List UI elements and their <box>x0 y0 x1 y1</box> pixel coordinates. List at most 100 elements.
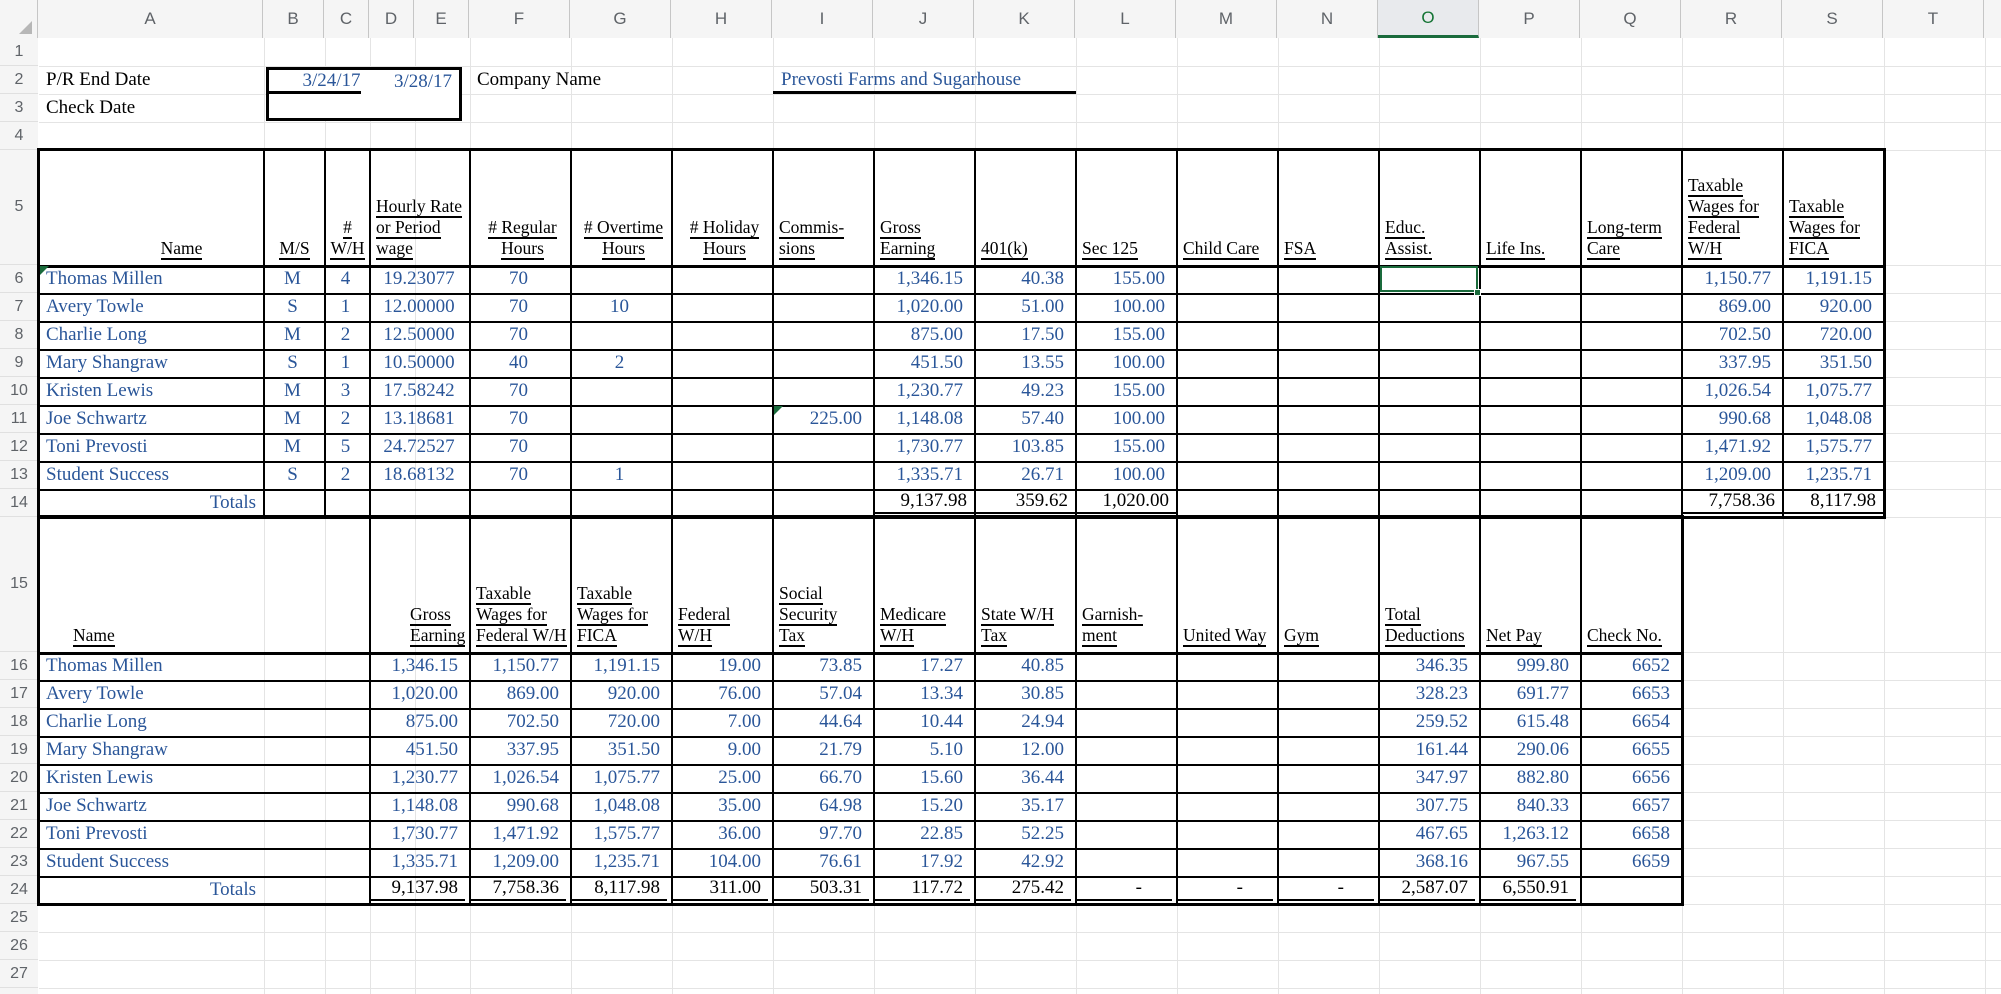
t1-marital-status[interactable]: S <box>265 294 320 320</box>
t2-employee-name[interactable]: Avery Towle <box>40 681 259 707</box>
t1-commissions[interactable] <box>774 350 869 376</box>
t1-child-care[interactable] <box>1178 378 1273 404</box>
t1-commissions[interactable]: 225.00 <box>774 406 869 432</box>
row-header-1[interactable]: 1 <box>0 38 38 66</box>
t1-long-term-care[interactable] <box>1582 378 1677 404</box>
t1-long-term-care[interactable] <box>1582 462 1677 488</box>
t2-taxable-wages-federal[interactable]: 1,209.00 <box>471 849 566 875</box>
t1-taxable-wages-fica[interactable]: 1,075.77 <box>1784 378 1879 404</box>
t2-gross-earning[interactable]: 451.50 <box>371 737 465 763</box>
column-header-d[interactable]: D <box>369 0 414 38</box>
t1-retirement-401k[interactable]: 51.00 <box>976 294 1071 320</box>
t2-state-withholding-tax[interactable]: 35.17 <box>976 793 1071 819</box>
column-header-h[interactable]: H <box>671 0 772 38</box>
t1-fsa[interactable] <box>1279 406 1374 432</box>
row-header-2[interactable]: 2 <box>0 66 38 94</box>
t1-child-care[interactable] <box>1178 322 1273 348</box>
t1-educational-assistance[interactable] <box>1380 378 1475 404</box>
t1-retirement-401k[interactable]: 13.55 <box>976 350 1071 376</box>
t2-net-pay[interactable]: 840.33 <box>1481 793 1576 819</box>
column-header-f[interactable]: F <box>469 0 570 38</box>
t1-fsa[interactable] <box>1279 434 1374 460</box>
t2-state-withholding-tax[interactable]: 52.25 <box>976 821 1071 847</box>
t1-regular-hours[interactable]: 70 <box>471 462 566 488</box>
t1-fsa[interactable] <box>1279 462 1374 488</box>
t2-check-number[interactable]: 6658 <box>1582 821 1677 847</box>
t1-taxable-wages-federal[interactable]: 337.95 <box>1683 350 1778 376</box>
t1-educational-assistance[interactable] <box>1380 266 1475 292</box>
column-header-i[interactable]: I <box>772 0 873 38</box>
t1-marital-status[interactable]: S <box>265 462 320 488</box>
t2-taxable-wages-federal[interactable]: 337.95 <box>471 737 566 763</box>
column-header-c[interactable]: C <box>324 0 369 38</box>
t1-fsa[interactable] <box>1279 294 1374 320</box>
t2-medicare-withholding[interactable]: 15.20 <box>875 793 970 819</box>
t2-total-deductions[interactable]: 307.75 <box>1380 793 1475 819</box>
row-header-17[interactable]: 17 <box>0 680 38 708</box>
t2-net-pay[interactable]: 615.48 <box>1481 709 1576 735</box>
t2-gym[interactable] <box>1279 709 1374 735</box>
row-header-12[interactable]: 12 <box>0 433 38 461</box>
t1-holiday-hours[interactable] <box>673 406 768 432</box>
t2-total-deductions[interactable]: 161.44 <box>1380 737 1475 763</box>
t2-united-way[interactable] <box>1178 737 1273 763</box>
column-header-q[interactable]: Q <box>1580 0 1681 38</box>
t2-net-pay[interactable]: 967.55 <box>1481 849 1576 875</box>
t1-retirement-401k[interactable]: 40.38 <box>976 266 1071 292</box>
t1-commissions[interactable] <box>774 378 869 404</box>
t1-holiday-hours[interactable] <box>673 434 768 460</box>
t1-life-insurance[interactable] <box>1481 406 1576 432</box>
t2-united-way[interactable] <box>1178 821 1273 847</box>
t2-total-deductions[interactable]: 347.97 <box>1380 765 1475 791</box>
t2-check-number[interactable]: 6659 <box>1582 849 1677 875</box>
t2-federal-withholding[interactable]: 35.00 <box>673 793 768 819</box>
t1-holiday-hours[interactable] <box>673 378 768 404</box>
t1-marital-status[interactable]: M <box>265 406 320 432</box>
t1-long-term-care[interactable] <box>1582 406 1677 432</box>
t1-employee-name[interactable]: Avery Towle <box>40 294 259 320</box>
t2-taxable-wages-federal[interactable]: 702.50 <box>471 709 566 735</box>
t1-long-term-care[interactable] <box>1582 350 1677 376</box>
t2-taxable-wages-federal[interactable]: 990.68 <box>471 793 566 819</box>
t2-social-security-tax[interactable]: 73.85 <box>774 653 869 679</box>
t2-total-deductions[interactable]: 368.16 <box>1380 849 1475 875</box>
t1-educational-assistance[interactable] <box>1380 322 1475 348</box>
t1-hourly-rate[interactable]: 13.18681 <box>371 406 467 432</box>
t2-medicare-withholding[interactable]: 15.60 <box>875 765 970 791</box>
t2-united-way[interactable] <box>1178 653 1273 679</box>
t2-total-deductions[interactable]: 467.65 <box>1380 821 1475 847</box>
t2-employee-name[interactable]: Toni Prevosti <box>40 821 259 847</box>
row-header-25[interactable]: 25 <box>0 904 38 932</box>
row-header-28[interactable]: 28 <box>0 988 38 994</box>
t2-state-withholding-tax[interactable]: 24.94 <box>976 709 1071 735</box>
t1-gross-earning[interactable]: 1,148.08 <box>875 406 970 432</box>
t2-taxable-wages-federal[interactable]: 1,026.54 <box>471 765 566 791</box>
row-header-20[interactable]: 20 <box>0 764 38 792</box>
column-header-m[interactable]: M <box>1176 0 1277 38</box>
t2-net-pay[interactable]: 691.77 <box>1481 681 1576 707</box>
t2-medicare-withholding[interactable]: 22.85 <box>875 821 970 847</box>
t1-taxable-wages-fica[interactable]: 720.00 <box>1784 322 1879 348</box>
t2-taxable-wages-fica[interactable]: 920.00 <box>572 681 667 707</box>
t1-overtime-hours[interactable]: 2 <box>572 350 667 376</box>
t2-garnishment[interactable] <box>1077 681 1172 707</box>
t2-gym[interactable] <box>1279 765 1374 791</box>
t1-fsa[interactable] <box>1279 322 1374 348</box>
pr-end-date-value[interactable]: 3/24/17 <box>269 70 361 94</box>
t1-retirement-401k[interactable]: 103.85 <box>976 434 1071 460</box>
t1-life-insurance[interactable] <box>1481 378 1576 404</box>
t1-fsa[interactable] <box>1279 266 1374 292</box>
row-header-18[interactable]: 18 <box>0 708 38 736</box>
t2-gross-earning[interactable]: 1,020.00 <box>371 681 465 707</box>
t2-social-security-tax[interactable]: 97.70 <box>774 821 869 847</box>
row-header-5[interactable]: 5 <box>0 150 38 265</box>
t1-sec-125[interactable]: 155.00 <box>1077 434 1172 460</box>
column-header-l[interactable]: L <box>1075 0 1176 38</box>
t1-commissions[interactable] <box>774 434 869 460</box>
t1-sec-125[interactable]: 155.00 <box>1077 378 1172 404</box>
t1-taxable-wages-federal[interactable]: 1,150.77 <box>1683 266 1778 292</box>
t2-gross-earning[interactable]: 1,335.71 <box>371 849 465 875</box>
column-header-p[interactable]: P <box>1479 0 1580 38</box>
t2-federal-withholding[interactable]: 9.00 <box>673 737 768 763</box>
t2-taxable-wages-fica[interactable]: 1,191.15 <box>572 653 667 679</box>
